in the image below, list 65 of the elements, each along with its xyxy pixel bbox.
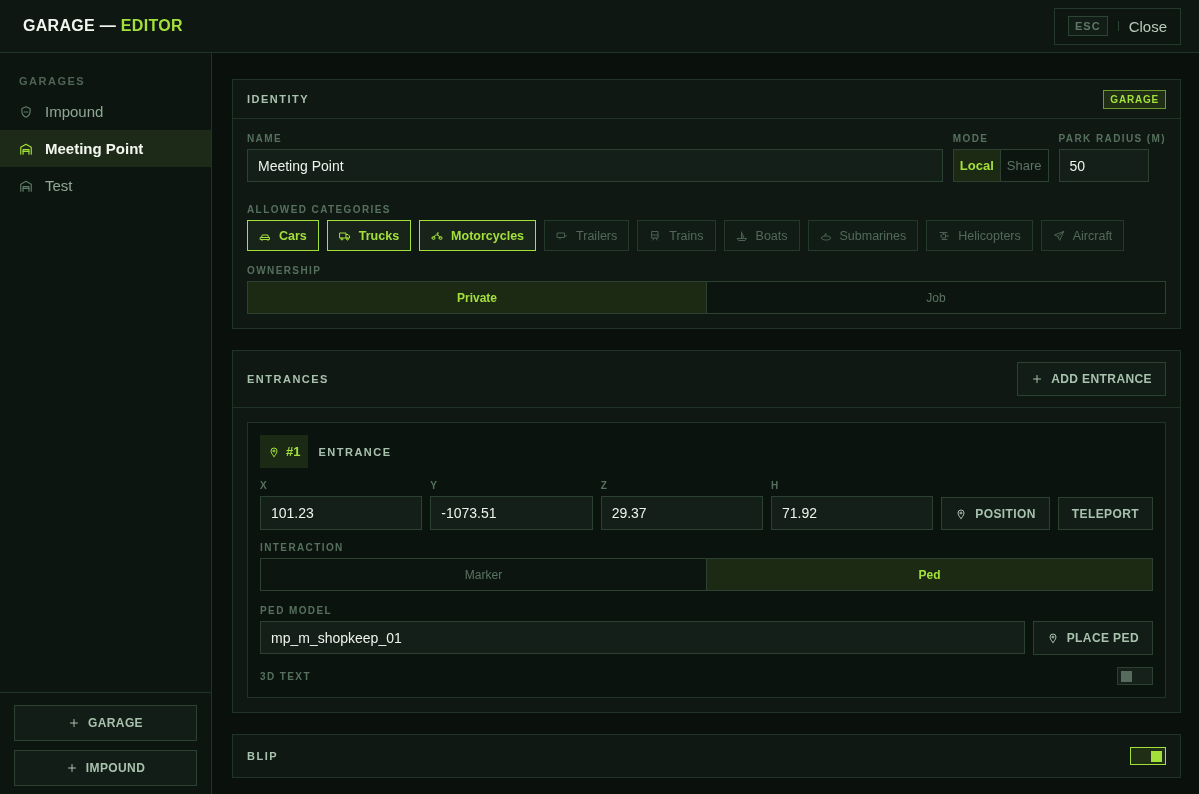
helicopter-icon xyxy=(938,229,951,242)
panel-title: BLIP xyxy=(247,750,279,762)
name-field[interactable]: Meeting Point xyxy=(247,149,943,182)
close-label: Close xyxy=(1128,17,1167,35)
pin-icon xyxy=(1046,632,1059,644)
sidebar-item[interactable]: Test xyxy=(0,167,211,204)
field-label: X xyxy=(260,480,270,491)
entrance-number: #1 xyxy=(260,435,309,468)
motorcycle-icon xyxy=(431,229,444,242)
add-button[interactable]: IMPOUND xyxy=(14,750,197,786)
pin-icon xyxy=(268,445,280,458)
position-button[interactable]: POSITION xyxy=(941,497,1050,530)
ped-model-field[interactable]: mp_m_shopkeep_01 xyxy=(260,621,1025,654)
trailer-icon xyxy=(556,229,569,242)
pin-icon xyxy=(955,507,968,520)
field-label: INTERACTION xyxy=(260,542,345,553)
field-label: Y xyxy=(430,480,440,491)
garage-icon xyxy=(19,141,33,156)
field-label: H xyxy=(770,480,781,491)
plus-icon xyxy=(67,717,80,729)
toggle-switch[interactable] xyxy=(1117,667,1153,685)
place-ped-button[interactable]: PLACE PED xyxy=(1032,621,1153,655)
sidebar-item[interactable]: Meeting Point xyxy=(0,130,211,167)
add-button[interactable]: GARAGE xyxy=(14,705,197,741)
interaction-option[interactable]: Ped xyxy=(706,559,1152,590)
window-title: GARAGE — EDITOR xyxy=(23,17,183,35)
coordinate-field[interactable]: 29.37 xyxy=(600,496,763,530)
train-icon xyxy=(649,229,662,242)
panel-title: ENTRANCES xyxy=(247,373,329,385)
coordinate-field[interactable]: -1073.51 xyxy=(430,496,593,530)
type-badge: GARAGE xyxy=(1103,89,1166,109)
category-chip[interactable]: Cars xyxy=(247,220,319,251)
category-chip[interactable]: Trucks xyxy=(326,220,412,251)
coordinate-field[interactable]: 101.23 xyxy=(260,496,423,530)
field-label: ALLOWED CATEGORIES xyxy=(247,204,392,215)
panel-title: IDENTITY xyxy=(247,93,310,105)
field-label: 3D TEXT xyxy=(260,670,311,682)
add-entrance-button[interactable]: ADD ENTRANCE xyxy=(1017,362,1166,396)
key-hint: ESC xyxy=(1068,16,1108,36)
boat-icon xyxy=(735,229,748,242)
entrance-title: ENTRANCE xyxy=(318,445,392,458)
category-chip[interactable]: Motorcycles xyxy=(419,220,537,251)
field-label: NAME xyxy=(247,133,284,144)
close-button[interactable]: ESC Close xyxy=(1054,7,1181,45)
mode-option[interactable]: Share xyxy=(999,150,1048,181)
sidebar-item[interactable]: Impound xyxy=(0,93,211,130)
radius-field[interactable]: 50 xyxy=(1058,149,1149,182)
field-label: PARK RADIUS (M) xyxy=(1058,133,1166,144)
coordinate-field[interactable]: 71.92 xyxy=(770,496,934,530)
truck-icon xyxy=(338,229,351,242)
interaction-option[interactable]: Marker xyxy=(261,559,706,590)
ownership-option[interactable]: Job xyxy=(706,282,1165,313)
section-label: GARAGES xyxy=(18,74,87,89)
field-label: MODE xyxy=(952,133,990,144)
garage-icon xyxy=(19,178,33,193)
plus-icon xyxy=(65,762,78,774)
plane-icon xyxy=(1052,229,1065,242)
field-label: OWNERSHIP xyxy=(247,265,323,276)
field-label: PED MODEL xyxy=(260,605,334,616)
teleport-button[interactable]: TELEPORT xyxy=(1057,497,1153,530)
field-label: Z xyxy=(600,480,610,491)
shield-icon xyxy=(19,104,33,119)
mode-option[interactable]: Local xyxy=(953,150,1000,181)
plus-icon xyxy=(1031,373,1044,385)
ownership-option[interactable]: Private xyxy=(248,282,706,313)
